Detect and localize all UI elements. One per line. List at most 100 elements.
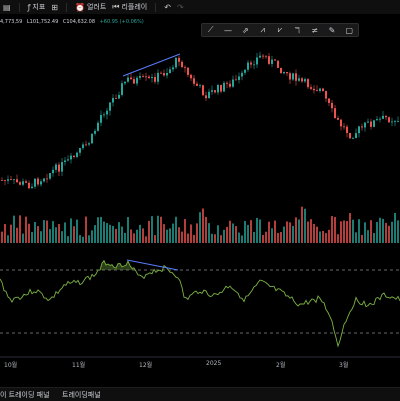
candle-body	[307, 79, 309, 88]
candle-body	[22, 181, 24, 185]
arrow-icon[interactable]: ⇗	[238, 26, 252, 35]
volume-bar	[247, 224, 249, 243]
volume-bar	[388, 225, 390, 243]
volume-bar	[49, 229, 51, 243]
candle-body	[292, 73, 294, 80]
volume-bar	[13, 215, 15, 243]
horizontal-line-icon[interactable]: —	[221, 26, 235, 35]
candle-body	[220, 85, 222, 92]
rectangle-icon[interactable]: ▢	[342, 26, 356, 35]
volume-bar	[211, 233, 213, 243]
volume-bar	[22, 233, 24, 243]
candle-body	[166, 72, 168, 76]
indicators-button[interactable]: ƒ 지표	[25, 2, 49, 12]
volume-bar	[7, 235, 9, 243]
alert-icon: ⏰	[74, 2, 85, 12]
candle-body	[58, 164, 60, 172]
bottom-tab[interactable]: 이 트레이딩 패널	[0, 390, 50, 400]
price-divergence-trendline[interactable]	[122, 53, 181, 77]
candle-body	[211, 90, 213, 92]
volume-bar	[190, 224, 192, 243]
volume-bar	[16, 227, 18, 243]
volume-bar	[88, 235, 90, 243]
volume-bar	[265, 231, 267, 243]
volume-bar	[259, 219, 261, 243]
volume-bar	[349, 212, 351, 243]
volume-bar	[274, 220, 276, 243]
volume-bar	[160, 216, 162, 243]
redo-button[interactable]: ↷	[174, 3, 187, 12]
volume-bar	[172, 223, 174, 243]
undo-button[interactable]: ↶	[161, 3, 174, 12]
volume-bar	[145, 236, 147, 243]
grid-icon: ⊞	[51, 2, 58, 12]
volume-bar	[148, 220, 150, 243]
price-chart[interactable]	[0, 0, 400, 400]
indicator-icon-button[interactable]: ▤	[0, 3, 14, 12]
volume-bar	[91, 230, 93, 243]
volume-bar	[193, 234, 195, 243]
time-axis[interactable]: 10월 11월 12월 2025 2월 3월	[0, 357, 400, 371]
volume-bar	[127, 217, 129, 243]
volume-bar	[328, 229, 330, 243]
candle-body	[202, 85, 204, 96]
candle-body	[76, 152, 78, 157]
volume-bar	[322, 230, 324, 243]
volume-bar	[31, 232, 33, 243]
volume-bar	[187, 233, 189, 243]
volume-bar	[133, 233, 135, 243]
candle-body	[178, 57, 180, 62]
candle-body	[19, 182, 21, 185]
volume-bar	[109, 224, 111, 243]
candle-body	[232, 79, 234, 87]
candle-body	[352, 138, 354, 139]
measure-icon[interactable]: ≠	[308, 26, 322, 35]
candle-body	[391, 121, 393, 123]
candle-body	[376, 119, 378, 121]
brush-icon[interactable]: ✎	[325, 26, 339, 35]
pattern-icon[interactable]: ⩗	[273, 25, 287, 35]
candle-body	[97, 122, 99, 131]
replay-button[interactable]: ⏮ 리플레이	[109, 2, 150, 12]
volume-bar	[76, 219, 78, 243]
volume-bar	[64, 222, 66, 243]
candle-body	[157, 72, 159, 82]
ohlc-prefix: 4,773,59	[0, 19, 23, 25]
volume-bar	[253, 231, 255, 243]
volume-bar	[391, 221, 393, 243]
bottom-tab[interactable]: 트레이딩패널	[62, 390, 101, 400]
candle-body	[184, 66, 186, 68]
candle-body	[313, 88, 315, 91]
volume-bar	[19, 215, 21, 243]
candle-body	[346, 126, 348, 133]
candle-body	[172, 67, 174, 70]
candle-body	[340, 119, 342, 127]
zigzag-icon[interactable]: ⩘	[256, 25, 270, 35]
x-tick-label: 2월	[276, 362, 286, 369]
volume-bar	[214, 234, 216, 243]
layers-icon: ▤	[3, 2, 11, 12]
trend-line-icon[interactable]: ⟋	[204, 25, 218, 35]
candle-body	[52, 169, 54, 174]
templates-button[interactable]: ⊞	[48, 3, 61, 12]
toolbar-divider	[18, 2, 20, 12]
volume-bar	[46, 220, 48, 243]
volume-bar	[100, 216, 102, 243]
candle-body	[118, 94, 120, 99]
candlestick-series	[1, 51, 399, 190]
candle-body	[286, 71, 288, 74]
candle-body	[274, 59, 276, 61]
candle-body	[343, 126, 345, 128]
candle-body	[259, 55, 261, 58]
candle-body	[256, 57, 258, 65]
text-icon[interactable]: ℸ	[290, 26, 304, 35]
volume-bar	[4, 224, 6, 243]
volume-bar	[376, 221, 378, 243]
volume-bar	[358, 219, 360, 243]
replay-label: 리플레이	[121, 3, 148, 11]
candle-body	[4, 180, 6, 181]
candle-body	[253, 64, 255, 66]
volume-bar	[343, 220, 345, 243]
candle-body	[316, 90, 318, 92]
alert-button[interactable]: ⏰ 얼러트	[72, 2, 109, 12]
